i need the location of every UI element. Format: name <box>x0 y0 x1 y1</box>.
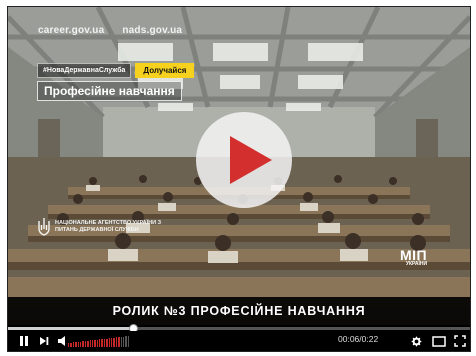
subtitle-text: РОЛИК №3 ПРОФЕСІЙНЕ НАВЧАННЯ <box>112 304 366 318</box>
volume-bar <box>118 337 120 347</box>
play-button[interactable] <box>196 112 292 208</box>
theater-mode-icon <box>432 335 446 347</box>
trident-icon <box>38 218 50 236</box>
top-links: career.gov.ua nads.gov.ua <box>38 25 200 36</box>
hashtag-label: #НоваДержавнаСлужба <box>37 62 132 78</box>
join-label: Долучайся <box>135 62 195 78</box>
channel-logo: МІП УКРАЇНИ <box>400 247 427 267</box>
volume-icon <box>58 336 65 346</box>
volume-bar <box>125 336 127 347</box>
theater-mode-button[interactable] <box>430 331 448 351</box>
video-player[interactable]: career.gov.ua nads.gov.ua #НоваДержавнаСл… <box>7 6 471 352</box>
next-icon <box>40 337 49 345</box>
volume-bar <box>84 341 87 347</box>
volume-bar <box>75 342 77 347</box>
play-circle-icon <box>230 136 272 184</box>
course-title: Професійне навчання <box>37 81 182 101</box>
volume-bar <box>99 339 101 347</box>
pause-button[interactable] <box>16 331 32 351</box>
volume-bar <box>122 336 125 347</box>
volume-bar <box>103 338 106 347</box>
volume-bar <box>120 336 122 347</box>
video-frame[interactable]: career.gov.ua nads.gov.ua #НоваДержавнаСл… <box>8 7 470 325</box>
volume-bar <box>127 336 130 347</box>
next-button[interactable] <box>36 331 52 351</box>
volume-slider[interactable] <box>68 336 130 347</box>
nads-link: nads.gov.ua <box>122 25 183 36</box>
agency-name: НАЦІОНАЛЬНЕ АГЕНТСТВО УКРАЇНИ З ПИТАНЬ Д… <box>55 220 162 233</box>
pause-icon <box>20 336 28 346</box>
volume-bar <box>108 338 111 347</box>
volume-bar <box>87 340 89 347</box>
volume-bar <box>70 342 72 347</box>
volume-bar <box>106 338 108 347</box>
agency-logo: НАЦІОНАЛЬНЕ АГЕНТСТВО УКРАЇНИ З ПИТАНЬ Д… <box>38 217 165 237</box>
settings-button[interactable] <box>408 331 424 351</box>
progress-fill <box>8 327 133 330</box>
gear-icon <box>411 336 421 346</box>
volume-bar <box>72 342 75 347</box>
hashtag-banner: #НоваДержавнаСлужба Долучайся <box>37 62 195 78</box>
volume-bar <box>115 337 118 347</box>
volume-bar <box>96 339 99 347</box>
volume-bar <box>101 339 103 347</box>
volume-bar <box>91 340 94 347</box>
mute-button[interactable] <box>56 331 68 351</box>
fullscreen-icon <box>454 335 466 347</box>
volume-bar <box>77 341 79 347</box>
volume-bar <box>113 337 115 347</box>
volume-bar <box>111 337 113 347</box>
control-bar: 00:06/0:22 <box>8 331 470 351</box>
subtitle-bar: РОЛИК №3 ПРОФЕСІЙНЕ НАВЧАННЯ <box>8 297 470 325</box>
volume-bar <box>68 343 70 347</box>
volume-bar <box>89 340 91 347</box>
fullscreen-button[interactable] <box>452 331 468 351</box>
volume-bar <box>82 341 84 347</box>
volume-bar <box>94 339 96 347</box>
career-link: career.gov.ua <box>38 25 105 36</box>
time-display: 00:06/0:22 <box>338 334 379 344</box>
volume-bar <box>79 341 82 347</box>
